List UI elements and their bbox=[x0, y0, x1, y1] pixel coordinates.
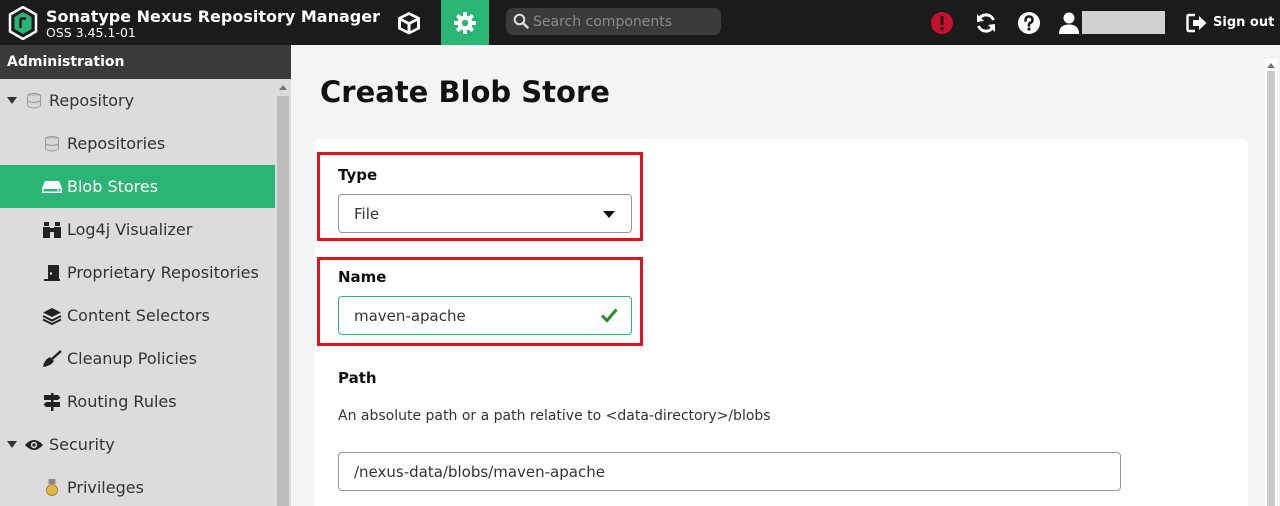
sidebar-item-label: Privileges bbox=[67, 478, 144, 497]
sidebar-item-cleanup-policies[interactable]: Cleanup Policies bbox=[0, 337, 275, 380]
sign-out-icon bbox=[1186, 13, 1207, 32]
scrollbar-thumb[interactable] bbox=[1267, 71, 1275, 506]
path-input[interactable]: /nexus-data/blobs/maven-apache bbox=[338, 452, 1121, 491]
binoculars-icon bbox=[41, 220, 63, 240]
sidebar-item-label: Cleanup Policies bbox=[67, 349, 197, 368]
brand[interactable]: Sonatype Nexus Repository Manager OSS 3.… bbox=[8, 4, 380, 42]
layers-icon bbox=[41, 306, 63, 326]
user-menu-button[interactable] bbox=[1058, 0, 1168, 45]
sidebar-item-label: Proprietary Repositories bbox=[67, 263, 259, 282]
app-title: Sonatype Nexus Repository Manager bbox=[46, 7, 380, 26]
door-icon bbox=[41, 263, 63, 283]
search-input[interactable] bbox=[533, 11, 713, 32]
name-input-value: maven-apache bbox=[354, 307, 466, 325]
help-icon bbox=[1018, 11, 1040, 34]
sign-out-button[interactable]: Sign out bbox=[1186, 0, 1276, 45]
refresh-icon bbox=[977, 12, 995, 33]
expand-caret-icon[interactable] bbox=[7, 441, 17, 448]
sidebar-scrollbar[interactable] bbox=[275, 79, 291, 506]
sidebar-item-repositories[interactable]: Repositories bbox=[0, 122, 275, 165]
app-version: OSS 3.45.1-01 bbox=[46, 25, 136, 40]
sidebar-item-security[interactable]: Security bbox=[0, 423, 275, 466]
expand-caret-icon[interactable] bbox=[7, 97, 17, 104]
sidebar-nav: Repository Repositories Blob Stores Log4… bbox=[0, 79, 275, 506]
sidebar-item-repository[interactable]: Repository bbox=[0, 79, 275, 122]
path-label: Path bbox=[338, 369, 377, 387]
valid-check-icon bbox=[600, 308, 618, 323]
path-input-value: /nexus-data/blobs/maven-apache bbox=[354, 463, 605, 481]
user-icon bbox=[1059, 12, 1079, 34]
search-icon bbox=[513, 13, 529, 29]
alert-icon bbox=[931, 11, 953, 34]
admin-sidebar: Administration Repository Repositories B… bbox=[0, 45, 291, 506]
cube-icon bbox=[398, 11, 420, 34]
top-header: Sonatype Nexus Repository Manager OSS 3.… bbox=[0, 0, 1280, 45]
name-label: Name bbox=[338, 268, 387, 286]
sidebar-item-label: Log4j Visualizer bbox=[67, 220, 193, 239]
hard-drive-icon bbox=[41, 177, 63, 197]
main-scrollbar[interactable] bbox=[1265, 59, 1277, 506]
database-icon bbox=[41, 134, 63, 154]
sidebar-item-label: Repository bbox=[49, 91, 135, 110]
sidebar-item-content-selectors[interactable]: Content Selectors bbox=[0, 294, 275, 337]
scroll-up-arrow-icon[interactable] bbox=[1267, 63, 1275, 68]
page-title: Create Blob Store bbox=[320, 75, 610, 109]
sidebar-item-routing-rules[interactable]: Routing Rules bbox=[0, 380, 275, 423]
sidebar-item-blob-stores[interactable]: Blob Stores bbox=[0, 165, 275, 208]
scrollbar-thumb[interactable] bbox=[277, 96, 289, 506]
sidebar-item-log4j-visualizer[interactable]: Log4j Visualizer bbox=[0, 208, 275, 251]
main-content: Create Blob Store Type File Name maven-a… bbox=[291, 45, 1280, 506]
signpost-icon bbox=[41, 392, 63, 412]
sign-out-label: Sign out bbox=[1213, 15, 1275, 30]
browse-mode-button[interactable] bbox=[386, 0, 432, 45]
broom-icon bbox=[41, 349, 63, 369]
admin-mode-button[interactable] bbox=[441, 0, 489, 45]
refresh-button[interactable] bbox=[972, 0, 1000, 45]
search-box[interactable] bbox=[506, 8, 721, 35]
sidebar-item-privileges[interactable]: Privileges bbox=[0, 466, 275, 506]
sidebar-item-label: Repositories bbox=[67, 134, 166, 153]
blob-store-form: Type File Name maven-apache Path An abso… bbox=[315, 139, 1248, 506]
path-help-text: An absolute path or a path relative to <… bbox=[338, 408, 771, 424]
help-button[interactable] bbox=[1015, 0, 1043, 45]
sidebar-item-label: Blob Stores bbox=[67, 177, 159, 196]
system-alert-button[interactable] bbox=[928, 0, 956, 45]
nexus-logo-icon bbox=[8, 6, 38, 40]
user-name-redacted bbox=[1082, 11, 1165, 34]
name-input[interactable]: maven-apache bbox=[338, 296, 632, 335]
type-select[interactable]: File bbox=[338, 194, 632, 233]
gear-icon bbox=[454, 11, 476, 34]
type-select-value: File bbox=[354, 205, 380, 223]
database-icon bbox=[23, 91, 45, 111]
sidebar-item-label: Routing Rules bbox=[67, 392, 177, 411]
sidebar-heading: Administration bbox=[0, 45, 291, 79]
sidebar-item-proprietary-repositories[interactable]: Proprietary Repositories bbox=[0, 251, 275, 294]
sidebar-item-label: Security bbox=[49, 435, 115, 454]
type-label: Type bbox=[338, 166, 378, 184]
scroll-up-arrow-icon[interactable] bbox=[279, 85, 287, 90]
medal-icon bbox=[41, 478, 63, 498]
sidebar-item-label: Content Selectors bbox=[67, 306, 210, 325]
eye-icon bbox=[23, 435, 45, 455]
dropdown-arrow-icon[interactable] bbox=[603, 211, 615, 218]
